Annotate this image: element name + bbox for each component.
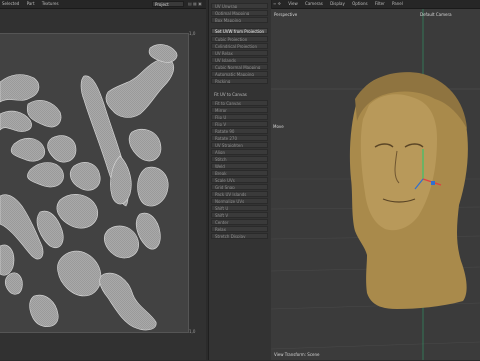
cmd-item[interactable]: Align <box>211 149 268 155</box>
uv-island <box>69 162 101 191</box>
cmd-item[interactable]: Flip V <box>211 121 268 127</box>
uv-island <box>57 250 102 297</box>
menu-options[interactable]: Options <box>352 0 367 8</box>
cmd-item[interactable]: UV Relax <box>211 50 268 56</box>
view-name-label: Perspective <box>274 12 298 17</box>
toolbar-icons[interactable]: ▤ ▦ ▣ <box>188 0 202 8</box>
uv-island <box>0 110 32 132</box>
uv-island <box>27 162 64 188</box>
cmd-item[interactable]: Shift V <box>211 212 268 218</box>
cmd-item[interactable]: UV Unwrap <box>211 3 268 9</box>
cmd-item[interactable]: Weld <box>211 163 268 169</box>
cmd-item[interactable]: Shift U <box>211 205 268 211</box>
cmd-item[interactable]: Packing <box>211 78 268 84</box>
cmd-item[interactable]: Flip U <box>211 114 268 120</box>
uv-island <box>56 194 98 229</box>
project-dropdown[interactable]: Project <box>152 1 184 7</box>
uv-island <box>26 100 62 128</box>
uv-island <box>148 44 178 63</box>
cmd-item[interactable]: Cubic Normal Mapping <box>211 64 268 70</box>
cmd-item[interactable]: Stretch Display <box>211 233 268 239</box>
uv-island <box>47 135 77 163</box>
uv-corner-bottom-label: 1,0 <box>189 329 196 334</box>
cmd-item[interactable]: Cubic Projection <box>211 36 268 42</box>
uv-island <box>29 294 59 327</box>
cmd-item[interactable]: Mirror <box>211 107 268 113</box>
uv-island <box>104 225 139 259</box>
cmd-item[interactable]: Grid Snap <box>211 184 268 190</box>
cmd-item-active[interactable]: Set UVW from Projection <box>211 28 268 34</box>
uv-island <box>10 137 46 162</box>
cmd-item[interactable]: UV Islands <box>211 57 268 63</box>
uv-island <box>128 129 162 162</box>
menu-part[interactable]: Part <box>27 0 35 8</box>
cmd-item[interactable]: Rotate 90 <box>211 128 268 134</box>
view-transform-label: View Transform: Scene <box>274 352 320 357</box>
cmd-item[interactable]: Scale UVs <box>211 177 268 183</box>
cmd-item[interactable]: Center <box>211 219 268 225</box>
cmd-item[interactable]: Box Mapping <box>211 17 268 23</box>
move-tool-label: Move <box>273 124 284 129</box>
cmd-item[interactable]: Relax <box>211 226 268 232</box>
viewport-scene <box>270 9 480 360</box>
cmd-item[interactable]: Automatic Mapping <box>211 71 268 77</box>
uv-island <box>36 210 64 249</box>
menu-cameras[interactable]: Cameras <box>305 0 323 8</box>
uv-island <box>105 58 175 118</box>
viewport-menubar: ≡ ✥ View Cameras Display Options Filter … <box>271 0 480 9</box>
cmd-item[interactable]: Fit to Canvas <box>211 100 268 106</box>
uv-canvas[interactable] <box>0 33 189 333</box>
menu-filter[interactable]: Filter <box>375 0 385 8</box>
menu-display[interactable]: Display <box>330 0 345 8</box>
uv-corner-top-label: 1,0 <box>189 31 196 36</box>
menu-selected[interactable]: Selected <box>2 0 19 8</box>
cmd-item[interactable]: UV Straighten <box>211 142 268 148</box>
uv-islands <box>0 44 178 331</box>
cmd-item[interactable]: Break <box>211 170 268 176</box>
menu-textures[interactable]: Textures <box>42 0 59 8</box>
uv-island <box>99 272 157 331</box>
cmd-item[interactable]: Normalize UVs <box>211 198 268 204</box>
menu-view[interactable]: View <box>288 0 298 8</box>
uv-island <box>4 272 23 295</box>
cmd-item[interactable]: Pack UV Islands <box>211 191 268 197</box>
3d-viewport[interactable] <box>270 9 480 360</box>
uv-island <box>0 244 15 276</box>
menu-panel[interactable]: Panel <box>392 0 403 8</box>
uv-island <box>0 74 40 103</box>
cmd-item[interactable]: Optimal Mapping <box>211 10 268 16</box>
cmd-section-label: Fit UV to Canvas <box>214 92 247 97</box>
uv-island <box>137 166 169 207</box>
uv-island <box>135 212 161 250</box>
sculpt-bust <box>349 72 468 310</box>
viewport-icons[interactable]: ≡ ✥ <box>273 0 281 8</box>
cmd-item[interactable]: Rotate 270 <box>211 135 268 141</box>
uv-menubar: Selected Part Textures Project ▤ ▦ ▣ <box>0 0 206 9</box>
cmd-item[interactable]: Stitch <box>211 156 268 162</box>
cmd-item[interactable]: Cylindrical Projection <box>211 43 268 49</box>
project-dropdown-value: Project <box>155 2 169 7</box>
camera-name-label[interactable]: Default Camera <box>420 12 452 17</box>
uv-commands-panel: UV Unwrap Optimal Mapping Box Mapping Se… <box>208 0 272 360</box>
